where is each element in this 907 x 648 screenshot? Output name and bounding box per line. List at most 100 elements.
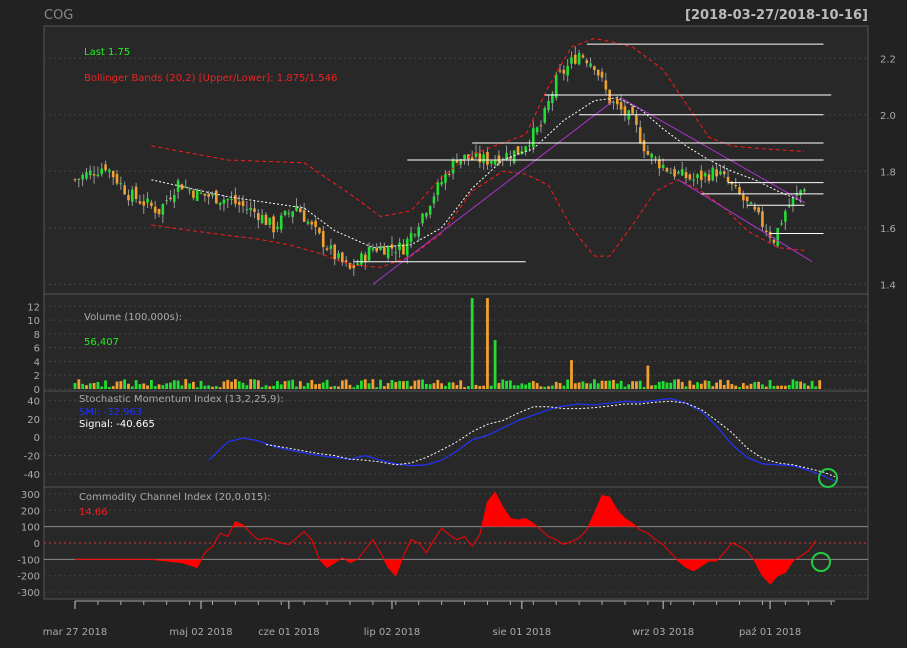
volume-bar	[482, 385, 486, 389]
candle-body	[325, 248, 329, 250]
y-tick-label: -300	[17, 588, 40, 599]
candle-body	[619, 102, 623, 110]
volume-bar	[321, 382, 325, 389]
candle-body	[574, 54, 577, 64]
volume-bar	[287, 380, 291, 389]
volume-bar	[379, 379, 382, 389]
volume-bar	[127, 383, 130, 389]
volume-bar	[440, 383, 444, 389]
candle-body	[360, 253, 363, 265]
candle-body	[543, 108, 547, 123]
volume-bar	[241, 382, 245, 389]
candle-body	[253, 208, 256, 212]
volume-bar	[505, 380, 508, 389]
volume-bar	[623, 386, 627, 389]
volume-bar	[306, 382, 310, 389]
candle-body	[745, 196, 749, 202]
volume-bar	[398, 380, 402, 389]
volume-bar	[413, 380, 417, 389]
volume-bar	[612, 379, 615, 389]
candle-body	[791, 197, 795, 205]
candle-body	[383, 246, 386, 255]
volume-bar	[627, 384, 631, 389]
volume-bar	[184, 379, 188, 389]
volume-bar	[711, 386, 715, 389]
volume-bar	[646, 365, 650, 389]
candle-body	[287, 212, 291, 214]
volume-bar	[249, 379, 253, 389]
candle-body	[432, 196, 436, 204]
candle-body	[329, 245, 333, 249]
volume-bar	[199, 380, 203, 389]
y-tick-label: 2	[34, 371, 40, 382]
x-tick-label: paź 01 2018	[739, 626, 801, 638]
volume-bar	[298, 381, 302, 389]
volume-bar	[730, 384, 734, 389]
candle-body	[348, 263, 352, 269]
candle-body	[470, 157, 474, 160]
y-tick-label: 12	[27, 302, 40, 313]
candle-body	[211, 193, 214, 196]
candle-body	[379, 246, 382, 250]
volume-bar	[707, 380, 711, 389]
volume-bar	[631, 381, 634, 389]
candle-body	[413, 234, 417, 236]
volume-bar	[138, 384, 142, 389]
candle-body	[398, 242, 401, 251]
candle-body	[623, 106, 627, 116]
volume-bar	[791, 379, 795, 389]
volume-bar	[719, 379, 722, 389]
candle-body	[604, 80, 608, 90]
candle-body	[451, 159, 455, 174]
volume-bar	[371, 379, 375, 389]
candle-body	[722, 171, 726, 175]
volume-bar	[608, 380, 612, 389]
volume-bar	[669, 382, 673, 389]
x-tick-label: mar 27 2018	[43, 627, 108, 638]
x-tick-label: lip 02 2018	[364, 627, 420, 638]
candle-body	[302, 210, 306, 222]
candle-body	[234, 195, 237, 204]
candle-body	[172, 194, 176, 203]
candle-body	[749, 202, 753, 205]
volume-bar	[806, 385, 810, 389]
volume-bar	[394, 382, 398, 389]
volume-bar	[803, 383, 806, 389]
volume-bar	[325, 379, 329, 389]
volume-last-value: 56,407	[84, 337, 119, 348]
candle-body	[215, 190, 218, 204]
candle-body	[310, 221, 314, 225]
volume-bar	[486, 298, 489, 389]
volume-bar	[604, 380, 608, 389]
candle-body	[787, 206, 791, 208]
bollinger-label: Bollinger Bands (20,2) [Upper/Lower]: 1.…	[84, 73, 337, 84]
candle-body	[715, 169, 718, 177]
signal-value-label: Signal: -40.665	[79, 419, 155, 430]
volume-bar	[501, 379, 505, 389]
candle-body	[283, 210, 287, 216]
volume-bar	[157, 384, 161, 389]
volume-bar	[211, 386, 214, 389]
volume-bar	[535, 383, 539, 389]
candle-body	[425, 213, 428, 217]
candle-body	[734, 185, 738, 187]
candle-body	[241, 200, 245, 206]
volume-bar	[169, 382, 172, 389]
candle-body	[558, 70, 562, 72]
volume-label: Volume (100,000s):	[84, 312, 182, 323]
volume-bar	[424, 383, 428, 389]
volume-bar	[161, 385, 165, 389]
y-tick-label: 0	[34, 539, 40, 550]
candle-body	[344, 260, 348, 263]
volume-bar	[337, 386, 340, 389]
x-tick-label: sie 01 2018	[492, 627, 551, 638]
volume-bar	[589, 383, 592, 389]
candle-body	[531, 128, 535, 148]
candle-body	[203, 193, 207, 196]
volume-bar	[780, 385, 783, 389]
volume-bar	[382, 386, 386, 389]
volume-bar	[447, 382, 451, 389]
volume-bar	[153, 386, 157, 389]
volume-bar	[463, 387, 466, 389]
volume-bar	[405, 380, 409, 389]
